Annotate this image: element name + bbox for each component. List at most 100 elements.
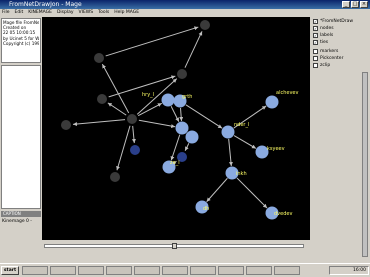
menu-kinemage[interactable]: KINEMAGE bbox=[28, 9, 52, 17]
network-graph[interactable]: alchevev nder_lksyeev inkh dh dvedev ze_l grth… bbox=[42, 17, 310, 240]
node-label: inkh bbox=[236, 171, 247, 177]
checkbox-label: Pickcenter bbox=[320, 56, 344, 61]
checkbox-box[interactable] bbox=[313, 63, 318, 68]
graph-edge bbox=[138, 119, 176, 129]
graph-edge bbox=[131, 125, 136, 144]
graph-node[interactable] bbox=[61, 120, 71, 130]
graph-edge bbox=[185, 104, 223, 129]
graph-edge bbox=[236, 177, 268, 209]
menu-edit[interactable]: Edit bbox=[15, 9, 24, 17]
graph-edge bbox=[206, 177, 228, 203]
graph-node[interactable] bbox=[185, 130, 199, 144]
graph-edge bbox=[184, 143, 190, 151]
graph-edge bbox=[170, 106, 180, 122]
taskbar-button[interactable] bbox=[218, 266, 244, 275]
menu-help[interactable]: Help MAGE bbox=[114, 9, 139, 17]
kinemage-label: Kinemage 0 - bbox=[2, 219, 32, 224]
graph-edge bbox=[116, 125, 131, 171]
zoom-scrollbar[interactable] bbox=[362, 72, 368, 257]
graph-edge bbox=[107, 102, 127, 116]
minimize-icon[interactable]: _ bbox=[342, 1, 350, 8]
menu-file[interactable]: File bbox=[2, 9, 10, 17]
graph-edge bbox=[184, 31, 203, 68]
checkbox-ties[interactable]: ✓ ties bbox=[313, 40, 328, 45]
checkbox-box[interactable] bbox=[313, 49, 318, 54]
checkbox-label: nodes bbox=[320, 26, 334, 31]
graph-node[interactable] bbox=[94, 53, 104, 63]
checkbox-nodes[interactable]: ✓ nodes bbox=[313, 26, 334, 31]
node-label: hry_l bbox=[142, 92, 154, 98]
caption-header: CAPTION bbox=[1, 211, 41, 217]
checkbox-label: zclip bbox=[320, 63, 331, 68]
system-tray-clock: 16:00 bbox=[329, 266, 369, 275]
checkbox-markers[interactable]: markers bbox=[313, 49, 338, 54]
taskbar-button[interactable] bbox=[134, 266, 160, 275]
node-label: dvedev bbox=[274, 211, 292, 217]
node-label: ksyeev bbox=[267, 146, 285, 152]
info-line: Copyright (c) 1999-2005 bbox=[3, 40, 39, 46]
checkbox-label: *FromNetDraw bbox=[320, 19, 354, 24]
close-icon[interactable]: × bbox=[360, 1, 368, 8]
graph-edge bbox=[228, 138, 233, 167]
node-label: alchevev bbox=[276, 90, 298, 96]
checkbox-box[interactable] bbox=[313, 56, 318, 61]
graph-edge bbox=[105, 26, 199, 57]
node-label: nder_l bbox=[234, 122, 249, 128]
bottom-controls bbox=[42, 241, 310, 263]
graph-node[interactable] bbox=[177, 69, 187, 79]
right-panel: ✓ *FromNetDraw ✓ nodes ✓ labels ✓ ties m… bbox=[310, 17, 370, 263]
checkbox-labels[interactable]: ✓ labels bbox=[313, 33, 333, 38]
left-panel: Mage file FromNetDraw Created on 22 05 1… bbox=[0, 17, 42, 263]
graph-node[interactable] bbox=[127, 114, 137, 124]
checkbox-fromnetdraw[interactable]: ✓ *FromNetDraw bbox=[313, 19, 353, 24]
info-text-area[interactable]: Mage file FromNetDraw Created on 22 05 1… bbox=[1, 18, 41, 63]
graph-node[interactable] bbox=[221, 125, 235, 139]
taskbar-button[interactable] bbox=[162, 266, 188, 275]
graph-node[interactable] bbox=[110, 172, 120, 182]
graph-edge bbox=[72, 119, 126, 126]
window-title: FromNetDrawJon - Mage bbox=[9, 1, 82, 8]
checkbox-label: markers bbox=[320, 49, 339, 54]
graph-node[interactable] bbox=[175, 121, 189, 135]
checkbox-box[interactable]: ✓ bbox=[313, 26, 318, 31]
graph-node[interactable] bbox=[265, 95, 279, 109]
maximize-icon[interactable]: □ bbox=[351, 1, 359, 8]
checkbox-label: labels bbox=[320, 33, 334, 38]
node-label: dh bbox=[203, 206, 209, 212]
checkbox-box[interactable]: ✓ bbox=[313, 40, 318, 45]
taskbar-button[interactable] bbox=[106, 266, 132, 275]
graph-edge bbox=[137, 102, 163, 117]
checkbox-label: ties bbox=[320, 40, 329, 45]
taskbar-button[interactable] bbox=[22, 266, 48, 275]
menu-views[interactable]: VIEWS bbox=[79, 9, 94, 17]
title-bar: FromNetDrawJon - Mage _ □ × bbox=[0, 0, 370, 9]
checkbox-box[interactable]: ✓ bbox=[313, 33, 318, 38]
graph-edge bbox=[233, 135, 257, 149]
graph-node[interactable] bbox=[97, 94, 107, 104]
taskbar-button[interactable] bbox=[246, 266, 272, 275]
rotation-slider[interactable] bbox=[44, 243, 304, 249]
menu-tools[interactable]: Tools bbox=[98, 9, 109, 17]
node-label: ze_l bbox=[170, 160, 180, 166]
taskbar-button[interactable] bbox=[190, 266, 216, 275]
checkbox-zclip[interactable]: zclip bbox=[313, 63, 330, 68]
taskbar: start 16:00 bbox=[0, 263, 370, 277]
taskbar-button[interactable] bbox=[50, 266, 76, 275]
text-area[interactable] bbox=[1, 65, 41, 209]
checkbox-pickcenter[interactable]: Pickcenter bbox=[313, 56, 343, 61]
start-button[interactable]: start bbox=[1, 266, 19, 275]
node-label: grth bbox=[182, 94, 192, 100]
graph-node[interactable] bbox=[161, 93, 175, 107]
slider-thumb[interactable] bbox=[172, 243, 177, 249]
checkbox-box[interactable]: ✓ bbox=[313, 19, 318, 24]
menu-display[interactable]: Display bbox=[57, 9, 74, 17]
graph-node[interactable] bbox=[200, 20, 210, 30]
taskbar-button[interactable] bbox=[78, 266, 104, 275]
info-line: 22 05 10:00:15 bbox=[3, 30, 36, 36]
taskbar-button[interactable] bbox=[274, 266, 300, 275]
graph-edge bbox=[101, 63, 130, 114]
graph-edge bbox=[179, 107, 184, 122]
graph-node[interactable] bbox=[130, 145, 140, 155]
menu-bar: File Edit KINEMAGE Display VIEWS Tools H… bbox=[0, 9, 370, 17]
graph-canvas[interactable]: alchevev nder_lksyeev inkh dh dvedev ze_l grth… bbox=[42, 17, 310, 240]
